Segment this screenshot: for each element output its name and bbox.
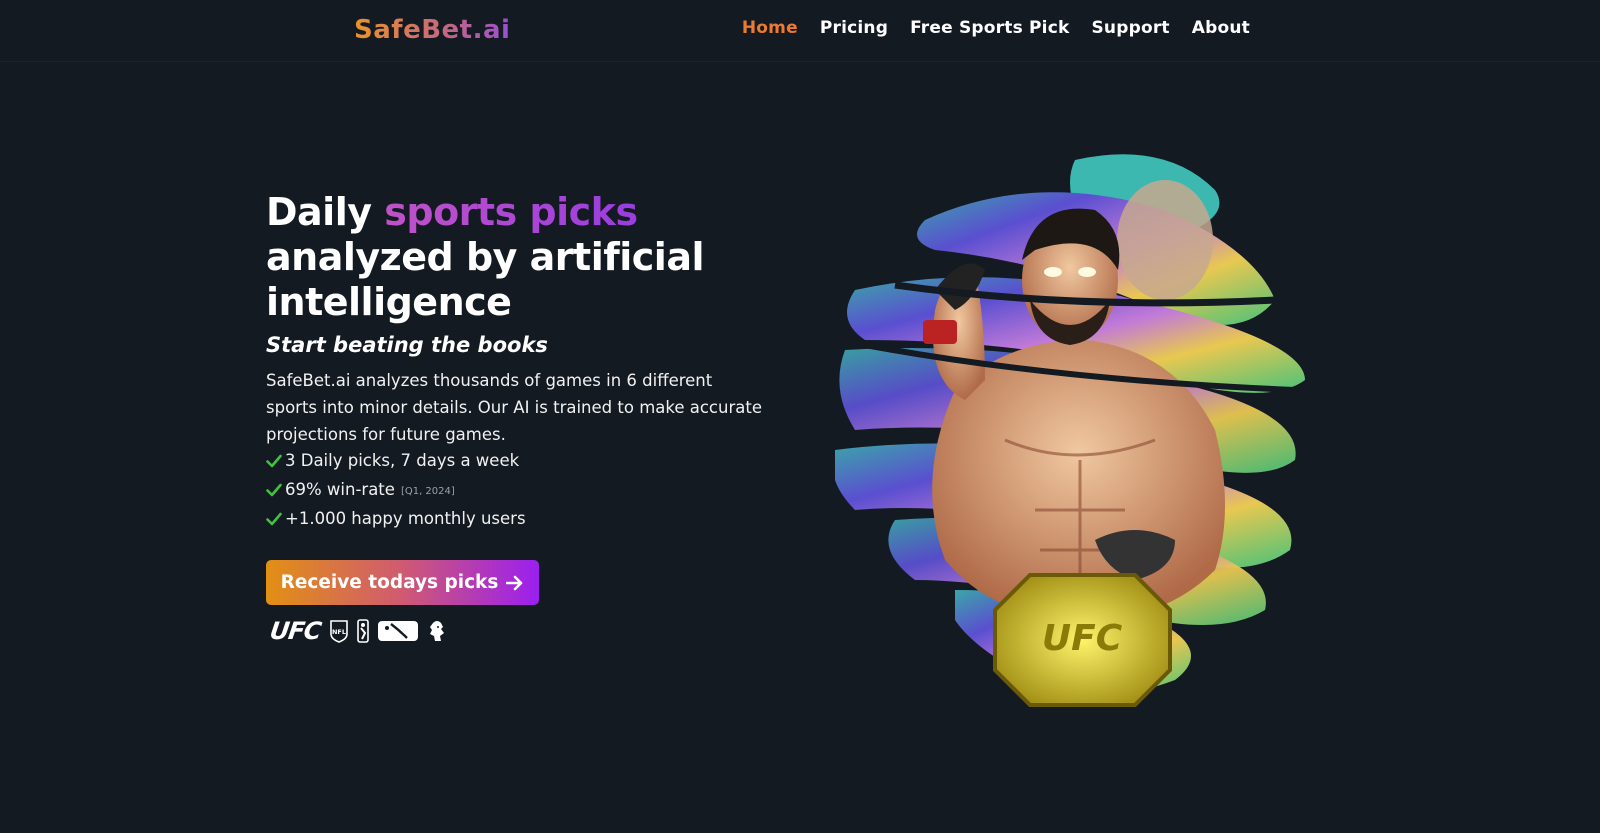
background-face [1117,180,1213,300]
feature-text: 3 Daily picks, 7 days a week [285,451,520,470]
belt-ufc-text: UFC [1042,618,1123,659]
check-icon [266,454,282,468]
cta-label: Receive todays picks [280,572,499,593]
nav-support[interactable]: Support [1091,18,1169,38]
hero-title-accent: sports picks [384,190,638,234]
nav-pricing[interactable]: Pricing [820,18,888,38]
receive-picks-button[interactable]: Receive todays picks [266,560,539,605]
hero-title: Daily sports picks analyzed by artificial… [266,190,786,325]
league-logos: UFC NFL [268,617,447,645]
feature-item: +1.000 happy monthly users [266,505,526,533]
site-logo[interactable]: SafeBet.ai [354,15,510,45]
feature-item: 3 Daily picks, 7 days a week [266,447,526,475]
hero-title-start: Daily [266,190,385,234]
check-icon [266,483,282,497]
nav-free-sports-pick[interactable]: Free Sports Pick [910,18,1069,38]
hero-description: SafeBet.ai analyzes thousands of games i… [266,371,762,444]
main-nav: Home Pricing Free Sports Pick Support Ab… [742,18,1250,38]
nfl-logo-icon: NFL [329,620,348,643]
mlb-logo-icon [377,621,418,641]
feature-text: 69% win-rate [285,480,395,499]
ufc-logo-icon: UFC [268,617,323,645]
hero-fighter-illustration: UFC [835,154,1305,707]
feature-note: [Q1, 2024] [400,485,455,497]
nav-home[interactable]: Home [742,18,798,38]
fighter-wrap [923,320,957,344]
arrow-right-icon [506,575,523,590]
nba-logo-icon [356,619,369,643]
feature-text: +1.000 happy monthly users [285,509,526,528]
top-navbar: SafeBet.ai Home Pricing Free Sports Pick… [0,0,1600,62]
feature-item: 69% win-rate [Q1, 2024] [266,475,526,506]
feature-list: 3 Daily picks, 7 days a week 69% win-rat… [266,447,526,533]
hero-subtitle: Start beating the books [266,333,548,357]
nfl-logo-text: NFL [331,628,345,636]
check-icon [266,512,282,526]
premier-league-lion-icon [429,621,444,641]
nav-about[interactable]: About [1192,18,1250,38]
hero-title-end: analyzed by artificial intelligence [266,235,705,324]
